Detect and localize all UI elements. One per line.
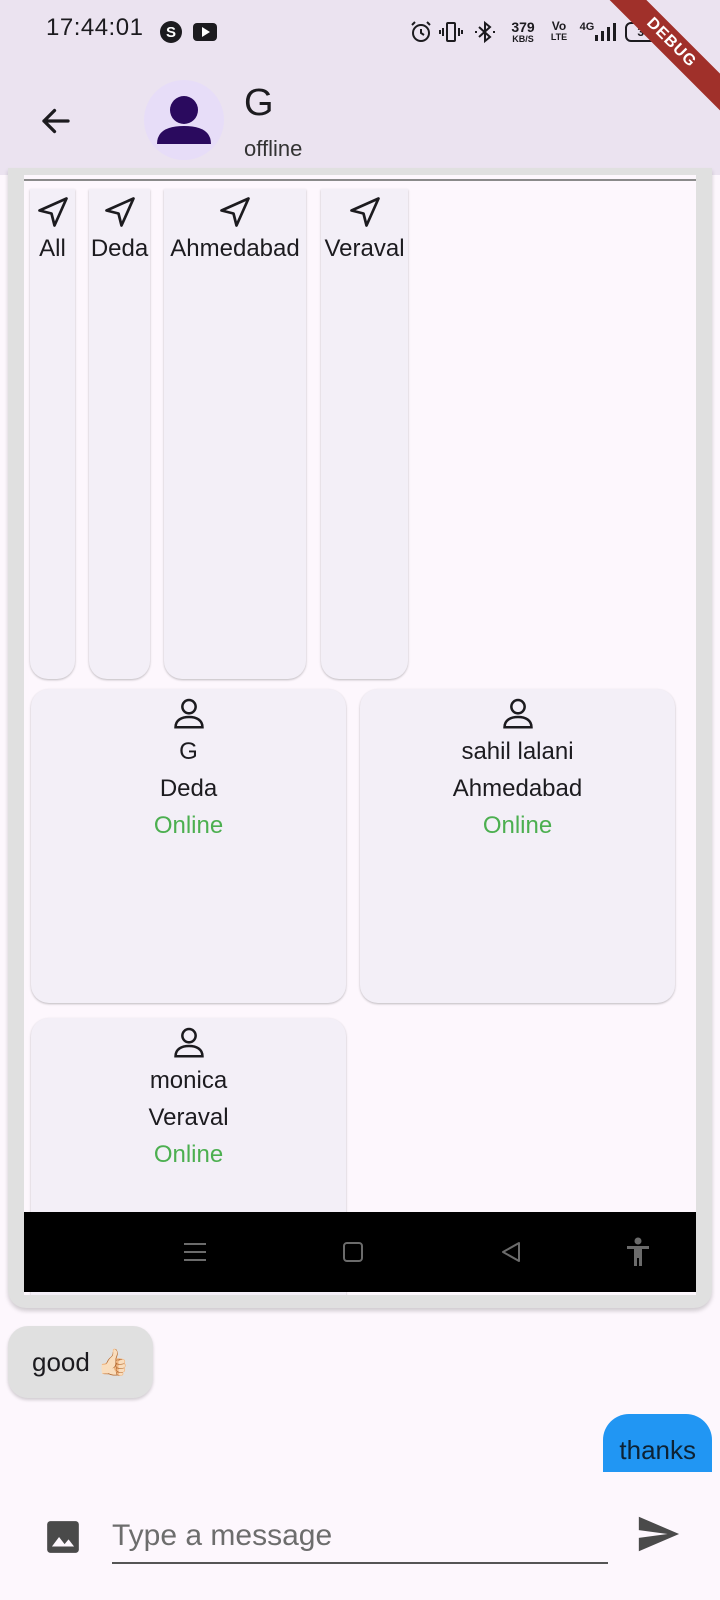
- network-type: 4G: [579, 21, 595, 33]
- navigation-arrow-icon: [347, 189, 383, 235]
- location-label: All: [39, 235, 66, 262]
- status-time: 17:44:01: [46, 14, 144, 41]
- location-label: Deda: [90, 235, 149, 262]
- accessibility-icon: [608, 1212, 668, 1292]
- message-text: thanks: [619, 1434, 696, 1465]
- navigation-arrow-icon: [102, 189, 138, 235]
- user-card[interactable]: sahil lalani Ahmedabad Online: [360, 689, 675, 1003]
- vibrate-icon: [438, 18, 464, 46]
- volte-top: Vo: [551, 19, 567, 33]
- user-location: Ahmedabad: [452, 775, 583, 802]
- location-label: Veraval: [324, 235, 405, 262]
- user-card[interactable]: G Deda Online: [31, 689, 346, 1003]
- user-name: monica: [149, 1067, 228, 1094]
- navigation-arrow-icon: [217, 189, 253, 235]
- svg-text:S: S: [166, 24, 176, 41]
- location-label: Ahmedabad: [170, 235, 300, 262]
- net-speed-unit: KB/S: [512, 34, 534, 44]
- bluetooth-icon: [472, 18, 498, 46]
- user-location: Deda: [159, 775, 218, 802]
- location-card-veraval[interactable]: Veraval: [321, 189, 408, 679]
- message-input[interactable]: [112, 1510, 608, 1564]
- alarm-icon: [408, 18, 434, 46]
- navigation-arrow-icon: [35, 189, 71, 235]
- chat-presence-status: offline: [244, 136, 303, 161]
- person-outline-icon: [499, 693, 537, 733]
- net-speed-value: 379: [511, 19, 535, 35]
- avatar[interactable]: [144, 80, 224, 160]
- send-icon: [638, 1516, 680, 1552]
- user-status: Online: [482, 812, 553, 839]
- divider: [24, 179, 696, 181]
- shared-screenshot[interactable]: All Deda Ahmedabad Veraval G Deda Online…: [24, 175, 696, 1295]
- net-speed: 379 KB/S: [506, 18, 540, 46]
- chat-title: G: [244, 82, 274, 124]
- message-text: good 👍🏻: [32, 1346, 130, 1377]
- person-outline-icon: [170, 1022, 208, 1062]
- user-status: Online: [153, 1141, 224, 1168]
- location-card-deda[interactable]: Deda: [89, 189, 150, 679]
- user-status: Online: [153, 812, 224, 839]
- person-outline-icon: [170, 693, 208, 733]
- back-button[interactable]: [30, 95, 82, 147]
- youtube-icon: [192, 18, 218, 46]
- user-location: Veraval: [148, 1104, 229, 1131]
- menu-icon: [165, 1212, 225, 1292]
- user-name: G: [179, 738, 198, 765]
- volte-indicator: Vo LTE: [548, 18, 570, 46]
- location-card-all[interactable]: All: [30, 189, 75, 679]
- person-icon: [157, 96, 211, 144]
- user-name: sahil lalani: [461, 738, 574, 765]
- volte-bottom: LTE: [550, 32, 568, 42]
- home-square-icon: [323, 1212, 383, 1292]
- outgoing-message-bubble[interactable]: thanks: [603, 1414, 712, 1472]
- skype-icon: S: [158, 18, 184, 46]
- screenshot-nav-bar: [24, 1212, 696, 1292]
- incoming-message-bubble[interactable]: good 👍🏻: [8, 1326, 154, 1398]
- arrow-left-icon: [42, 108, 70, 134]
- back-triangle-icon: [481, 1212, 541, 1292]
- location-card-ahmedabad[interactable]: Ahmedabad: [164, 189, 306, 679]
- signal-icon: 4G: [578, 18, 618, 46]
- send-button[interactable]: [630, 1506, 686, 1562]
- image-picker-button[interactable]: [44, 1518, 82, 1556]
- image-icon: [47, 1521, 79, 1553]
